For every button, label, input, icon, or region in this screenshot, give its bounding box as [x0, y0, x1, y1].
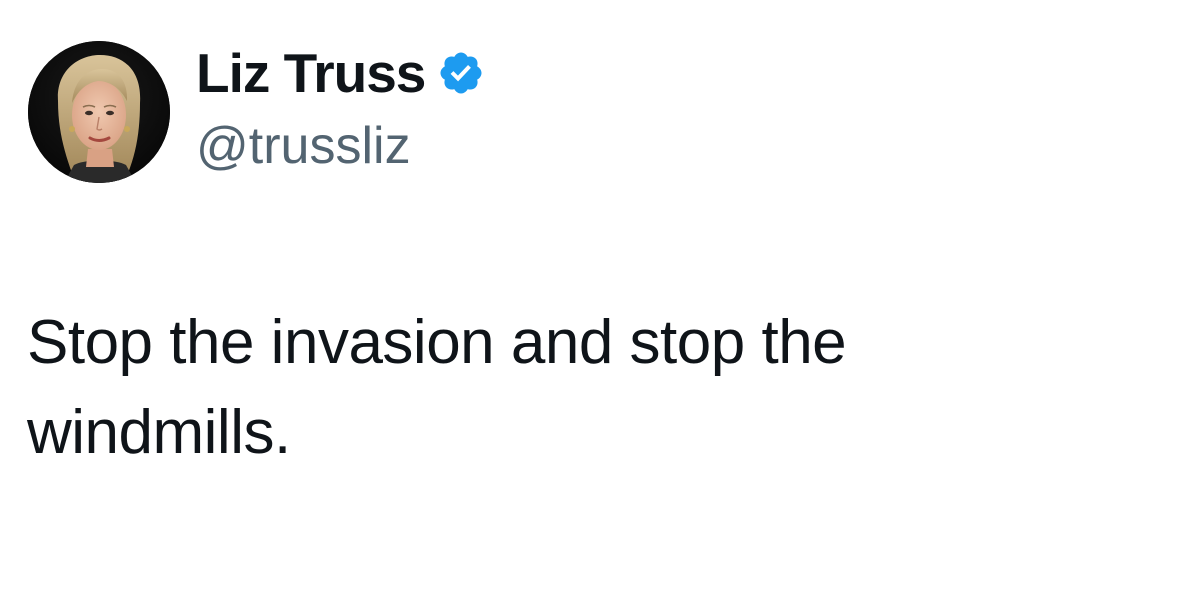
tweet-text-line: Stop the invasion and stop the	[27, 308, 847, 377]
author-name-row: Liz Truss	[196, 38, 1096, 108]
avatar[interactable]	[28, 41, 170, 183]
tweet-body: Stop the invasion and stop the windmills…	[27, 298, 1027, 478]
author-display-name[interactable]: Liz Truss	[196, 45, 426, 101]
author-handle[interactable]: @trussliz	[196, 120, 1096, 172]
tweet-header: Liz Truss @trussliz	[196, 38, 1096, 172]
verified-badge-icon	[437, 49, 485, 97]
tweet-text-line: windmills.	[27, 398, 291, 467]
profile-photo	[28, 41, 170, 183]
tweet-card: Liz Truss @trussliz Stop the invasion an…	[0, 0, 1200, 589]
